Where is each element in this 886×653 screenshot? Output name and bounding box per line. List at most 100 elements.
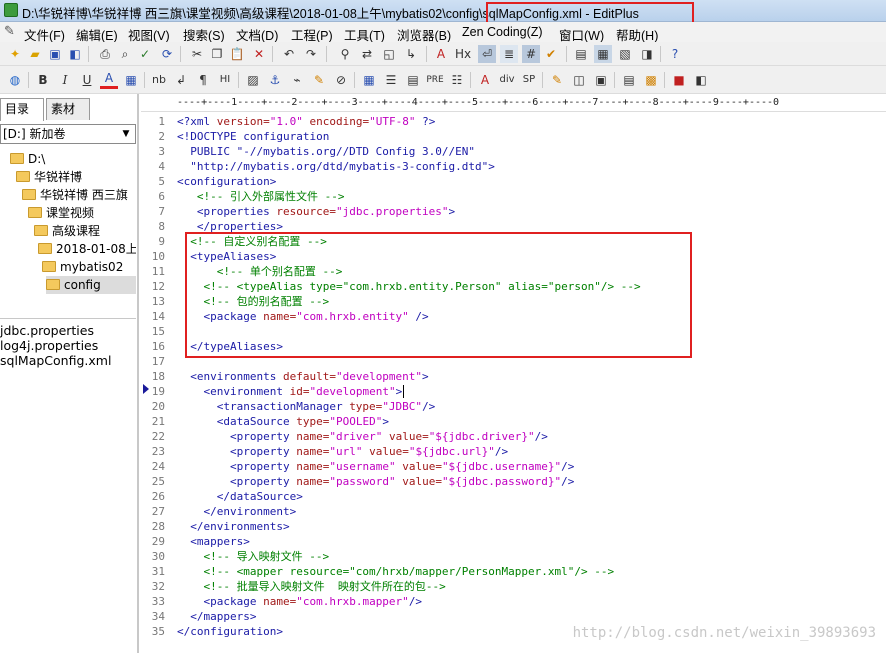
code-line[interactable]: <dataSource type="POOLED"> bbox=[177, 414, 389, 429]
code-line[interactable]: </configuration> bbox=[177, 624, 283, 639]
word-wrap-icon[interactable]: ⏎ bbox=[478, 45, 496, 63]
tree-node[interactable]: 华锐祥博 西三旗 bbox=[22, 186, 128, 204]
code-line[interactable]: <property name="username" value="${jdbc.… bbox=[177, 459, 574, 474]
copy-icon[interactable]: ❐ bbox=[208, 45, 226, 63]
nbsp-icon[interactable]: nb bbox=[150, 71, 168, 89]
comment-icon[interactable]: ⊘ bbox=[332, 71, 350, 89]
window-list-icon[interactable]: ◧ bbox=[692, 71, 710, 89]
spell-check-icon[interactable]: ✓ bbox=[136, 45, 154, 63]
replace-icon[interactable]: ⇄ bbox=[358, 45, 376, 63]
code-line[interactable]: <!-- 引入外部属性文件 --> bbox=[177, 189, 345, 204]
paragraph-format-icon[interactable]: ▦ bbox=[122, 71, 140, 89]
file-item[interactable]: jdbc.properties bbox=[0, 323, 136, 338]
tree-node[interactable]: D:\ bbox=[10, 150, 45, 168]
code-line[interactable]: </environment> bbox=[177, 504, 296, 519]
directory-window-icon[interactable]: ▤ bbox=[572, 45, 590, 63]
menu-zen-coding[interactable]: Zen Coding(Z) bbox=[462, 25, 543, 39]
refresh-icon[interactable]: ⟳ bbox=[158, 45, 176, 63]
tree-node[interactable]: 华锐祥博 bbox=[16, 168, 82, 186]
anchor-icon[interactable]: ⚓ bbox=[266, 71, 284, 89]
save-all-icon[interactable]: ◧ bbox=[66, 45, 84, 63]
bold-icon[interactable]: B bbox=[34, 71, 52, 89]
code-line[interactable]: <property name="driver" value="${jdbc.dr… bbox=[177, 429, 548, 444]
print-preview-icon[interactable]: ⌕ bbox=[116, 45, 134, 63]
underline-icon[interactable]: U bbox=[78, 71, 96, 89]
globe-icon[interactable]: ◍ bbox=[6, 71, 24, 89]
code-line[interactable]: <properties resource="jdbc.properties"> bbox=[177, 204, 455, 219]
code-line[interactable]: <!DOCTYPE configuration bbox=[177, 129, 329, 144]
font-icon[interactable]: A bbox=[432, 45, 450, 63]
help-icon[interactable]: ? bbox=[666, 45, 684, 63]
edit-html-icon[interactable]: ✎ bbox=[548, 71, 566, 89]
line-break-icon[interactable]: ↲ bbox=[172, 71, 190, 89]
toolbar-toggle-icon[interactable]: ▤ bbox=[620, 71, 638, 89]
new-file-icon[interactable]: ✦ bbox=[6, 45, 24, 63]
code-line[interactable]: </dataSource> bbox=[177, 489, 303, 504]
output-window-icon[interactable]: ▧ bbox=[616, 45, 634, 63]
font-color-icon[interactable]: A bbox=[100, 71, 118, 89]
highlight-icon[interactable]: ✎ bbox=[310, 71, 328, 89]
color-picker-icon[interactable]: ◫ bbox=[570, 71, 588, 89]
form-icon[interactable]: ▤ bbox=[404, 71, 422, 89]
code-line[interactable]: <transactionManager type="JDBC"/> bbox=[177, 399, 436, 414]
file-item[interactable]: log4j.properties bbox=[0, 338, 136, 353]
code-line[interactable]: <mappers> bbox=[177, 534, 250, 549]
delete-icon[interactable]: ✕ bbox=[250, 45, 268, 63]
code-line[interactable]: <?xml version="1.0" encoding="UTF-8" ?> bbox=[177, 114, 435, 129]
horizontal-rule-icon[interactable]: HI bbox=[216, 71, 234, 89]
tree-node[interactable]: 高级课程 bbox=[34, 222, 100, 240]
print-icon[interactable]: ⎙ bbox=[96, 45, 114, 63]
font-tag-icon[interactable]: A bbox=[476, 71, 494, 89]
code-line[interactable]: <!-- 批量导入映射文件 映射文件所在的包--> bbox=[177, 579, 445, 594]
tab-directory[interactable]: 目录 bbox=[0, 98, 44, 121]
code-line[interactable]: <property name="url" value="${jdbc.url}"… bbox=[177, 444, 508, 459]
code-line[interactable]: <!-- <mapper resource="com/hrxb/mapper/P… bbox=[177, 564, 614, 579]
code-line[interactable]: <package name="com.hrxb.mapper"/> bbox=[177, 594, 422, 609]
code-line[interactable]: <environment id="development"> bbox=[177, 384, 402, 399]
tree-node[interactable]: 2018-01-08上 bbox=[38, 240, 136, 258]
code-line[interactable]: <configuration> bbox=[177, 174, 276, 189]
line-number-icon[interactable]: # bbox=[522, 45, 540, 63]
open-file-icon[interactable]: ▰ bbox=[26, 45, 44, 63]
code-editor[interactable]: ----+----1----+----2----+----3----+----4… bbox=[141, 94, 886, 653]
link-icon[interactable]: ⌁ bbox=[288, 71, 306, 89]
tree-node[interactable]: mybatis02 bbox=[42, 258, 123, 276]
save-icon[interactable]: ▣ bbox=[46, 45, 64, 63]
table-icon[interactable]: ▦ bbox=[360, 71, 378, 89]
find-in-files-icon[interactable]: ◱ bbox=[380, 45, 398, 63]
code-line[interactable]: </mappers> bbox=[177, 609, 256, 624]
cut-icon[interactable]: ✂ bbox=[188, 45, 206, 63]
browser-preview-icon[interactable]: ▣ bbox=[592, 71, 610, 89]
cliptext-icon[interactable]: ▦ bbox=[594, 45, 612, 63]
check-icon[interactable]: ✔ bbox=[542, 45, 560, 63]
center-icon[interactable]: ☷ bbox=[448, 71, 466, 89]
find-icon[interactable]: ⚲ bbox=[336, 45, 354, 63]
undo-icon[interactable]: ↶ bbox=[280, 45, 298, 63]
ruler-toggle-icon[interactable]: ≣ bbox=[500, 45, 518, 63]
list-icon[interactable]: ☰ bbox=[382, 71, 400, 89]
paragraph-icon[interactable]: ¶ bbox=[194, 71, 212, 89]
code-line[interactable]: PUBLIC "-//mybatis.org//DTD Config 3.0//… bbox=[177, 144, 475, 159]
fullscreen-icon[interactable]: ◨ bbox=[638, 45, 656, 63]
redo-icon[interactable]: ↷ bbox=[302, 45, 320, 63]
image-icon[interactable]: ▨ bbox=[244, 71, 262, 89]
code-line[interactable]: <environments default="development"> bbox=[177, 369, 428, 384]
tree-node-selected[interactable]: config bbox=[46, 276, 136, 294]
drive-selector[interactable]: [D:] 新加卷 ▼ bbox=[0, 124, 136, 144]
color-icon[interactable]: ■ bbox=[670, 71, 688, 89]
code-line[interactable]: <!-- 导入映射文件 --> bbox=[177, 549, 329, 564]
code-line[interactable]: </environments> bbox=[177, 519, 289, 534]
italic-icon[interactable]: I bbox=[56, 71, 74, 89]
code-line[interactable]: "http://mybatis.org/dtd/mybatis-3-config… bbox=[177, 159, 495, 174]
code-line[interactable]: <property name="password" value="${jdbc.… bbox=[177, 474, 574, 489]
go-to-icon[interactable]: ↳ bbox=[402, 45, 420, 63]
tree-node[interactable]: 课堂视频 bbox=[28, 204, 94, 222]
palette-icon[interactable]: ▩ bbox=[642, 71, 660, 89]
paste-icon[interactable]: 📋 bbox=[228, 45, 246, 63]
tab-cliptext[interactable]: 素材 bbox=[46, 98, 90, 120]
heading-icon[interactable]: Hx bbox=[454, 45, 472, 63]
file-item[interactable]: sqlMapConfig.xml bbox=[0, 353, 136, 368]
span-icon[interactable]: SP bbox=[520, 71, 538, 89]
div-icon[interactable]: div bbox=[498, 71, 516, 89]
pre-icon[interactable]: PRE bbox=[426, 71, 444, 89]
